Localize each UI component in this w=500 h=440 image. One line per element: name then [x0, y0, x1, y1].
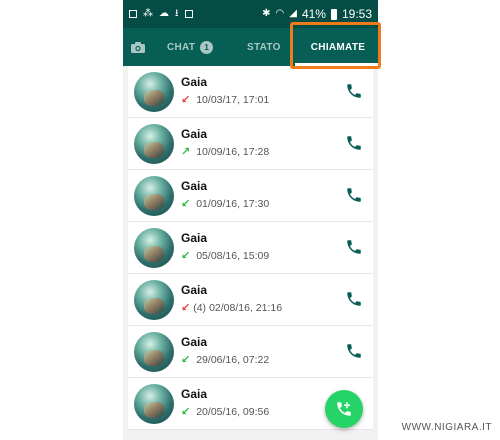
clock: 19:53 [341, 7, 372, 21]
call-datetime: 10/03/17, 17:01 [196, 93, 270, 106]
call-list: Gaia ↙ 10/03/17, 17:01 Gaia ↗ 10/09/16, … [123, 66, 378, 430]
add-call-icon [337, 402, 351, 416]
image-icon [129, 10, 137, 18]
tab-camera[interactable] [127, 28, 149, 66]
call-meta: ↙ 29/06/16, 07:22 [181, 353, 270, 367]
contact-name: Gaia [181, 387, 208, 401]
call-missed-arrow-icon: ↙ [181, 302, 191, 314]
call-meta: ↙ 01/09/16, 17:30 [181, 197, 270, 211]
avatar[interactable] [134, 176, 174, 216]
call-button[interactable] [345, 82, 363, 100]
call-datetime: 02/08/16, 21:16 [209, 301, 283, 314]
avatar[interactable] [134, 72, 174, 112]
battery-percent: 41% [301, 7, 326, 21]
call-row[interactable]: Gaia ↙ 01/09/16, 17:30 [128, 170, 373, 222]
watermark: WWW.NIGIARA.IT [401, 422, 492, 433]
unread-badge: 1 [200, 40, 214, 54]
call-count: (4) [193, 301, 207, 314]
call-datetime: 05/08/16, 15:09 [196, 249, 270, 262]
avatar[interactable] [134, 332, 174, 372]
call-datetime: 20/05/16, 09:56 [196, 405, 270, 418]
call-row[interactable]: Gaia ↗ 10/09/16, 17:28 [128, 118, 373, 170]
call-in-arrow-icon: ↙ [181, 354, 191, 366]
new-call-button[interactable] [325, 390, 363, 428]
call-in-arrow-icon: ↙ [181, 406, 191, 418]
phone-icon [347, 84, 361, 98]
cloud-icon: ☁ [159, 8, 169, 19]
cell-signal-icon: ◢ [289, 8, 297, 19]
avatar[interactable] [134, 124, 174, 164]
phone-icon [347, 292, 361, 306]
call-datetime: 01/09/16, 17:30 [196, 197, 270, 210]
call-button[interactable] [345, 134, 363, 152]
phone-icon [347, 240, 361, 254]
download-icon: ⭳ [175, 8, 179, 19]
chiamate-tab-highlight [290, 22, 381, 69]
mail-icon [184, 10, 193, 18]
call-meta: ↙ 20/05/16, 09:56 [181, 405, 270, 419]
bluetooth-icon: ✱ [262, 8, 271, 19]
avatar[interactable] [134, 384, 174, 424]
call-row[interactable]: Gaia ↙ 29/06/16, 07:22 [128, 326, 373, 378]
battery-icon [330, 8, 337, 20]
camera-icon [131, 41, 145, 53]
wifi-icon: ◠ [275, 8, 285, 19]
contact-name: Gaia [181, 179, 208, 193]
call-meta: ↗ 10/09/16, 17:28 [181, 145, 270, 159]
phone-icon [347, 188, 361, 202]
contact-name: Gaia [181, 231, 208, 245]
call-button[interactable] [345, 186, 363, 204]
contact-name: Gaia [181, 335, 208, 349]
call-datetime: 10/09/16, 17:28 [196, 145, 270, 158]
call-button[interactable] [345, 342, 363, 360]
call-datetime: 29/06/16, 07:22 [196, 353, 270, 366]
call-row[interactable]: Gaia ↙ 10/03/17, 17:01 [128, 66, 373, 118]
tab-stato-label: STATO [247, 41, 281, 53]
phone-icon [347, 344, 361, 358]
call-button[interactable] [345, 290, 363, 308]
tab-stato[interactable]: STATO [247, 28, 281, 66]
call-out-arrow-icon: ↗ [181, 146, 191, 158]
contact-name: Gaia [181, 127, 208, 141]
call-meta: ↙ (4) 02/08/16, 21:16 [181, 301, 283, 315]
call-missed-arrow-icon: ↙ [181, 94, 191, 106]
call-in-arrow-icon: ↙ [181, 198, 191, 210]
tab-chat-label: CHAT [167, 41, 196, 53]
signal-bars-icon: ⁂ [143, 8, 153, 19]
call-row[interactable]: Gaia ↙ (4) 02/08/16, 21:16 [128, 274, 373, 326]
contact-name: Gaia [181, 283, 208, 297]
phone-icon [347, 136, 361, 150]
avatar[interactable] [134, 280, 174, 320]
avatar[interactable] [134, 228, 174, 268]
contact-name: Gaia [181, 75, 208, 89]
call-button[interactable] [345, 238, 363, 256]
tab-chat[interactable]: CHAT 1 [167, 28, 214, 66]
call-row[interactable]: Gaia ↙ 05/08/16, 15:09 [128, 222, 373, 274]
call-meta: ↙ 10/03/17, 17:01 [181, 93, 270, 107]
call-in-arrow-icon: ↙ [181, 250, 191, 262]
call-meta: ↙ 05/08/16, 15:09 [181, 249, 270, 263]
